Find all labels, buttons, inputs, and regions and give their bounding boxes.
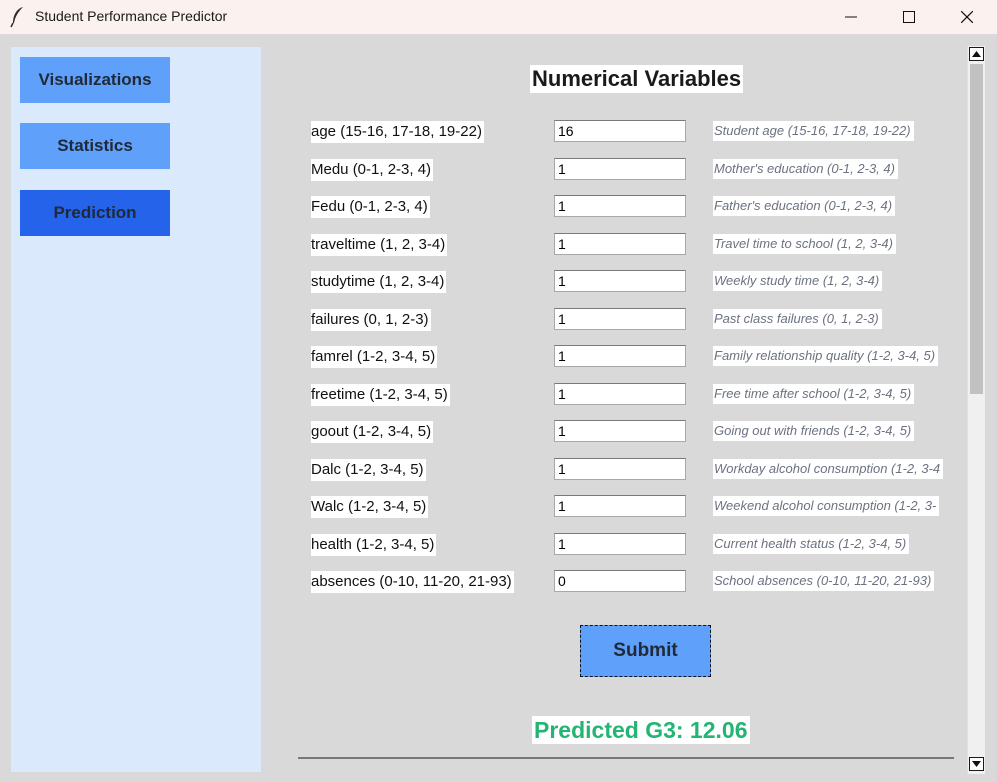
field-label: Walc (1-2, 3-4, 5) <box>311 496 429 518</box>
scroll-down-button[interactable] <box>969 757 984 771</box>
field-hint: Weekend alcohol consumption (1-2, 3- <box>713 496 940 516</box>
nav-visualizations-button[interactable]: Visualizations <box>20 57 170 103</box>
field-input[interactable] <box>554 495 686 517</box>
field-label: traveltime (1, 2, 3-4) <box>311 233 448 256</box>
field-input[interactable] <box>554 570 686 592</box>
field-label: Fedu (0-1, 2-3, 4) <box>311 196 430 218</box>
field-input[interactable] <box>554 120 686 142</box>
scroll-up-button[interactable] <box>969 47 984 61</box>
field-label: failures (0, 1, 2-3) <box>311 308 431 331</box>
scroll-down-icon <box>972 761 981 767</box>
field-hint: Going out with friends (1-2, 3-4, 5) <box>713 421 915 441</box>
vertical-scrollbar[interactable] <box>967 46 985 774</box>
scroll-up-icon <box>972 51 981 57</box>
field-input[interactable] <box>554 457 686 480</box>
field-input[interactable] <box>554 532 686 555</box>
field-hint: Travel time to school (1, 2, 3-4) <box>713 233 896 254</box>
field-hint: Free time after school (1-2, 3-4, 5) <box>713 383 915 404</box>
scroll-thumb[interactable] <box>970 64 983 394</box>
field-hint: School absences (0-10, 11-20, 21-93) <box>713 571 935 591</box>
close-icon <box>961 11 973 23</box>
field-input[interactable] <box>554 270 686 292</box>
field-label: famrel (1-2, 3-4, 5) <box>311 346 438 368</box>
feather-icon <box>10 7 23 28</box>
field-label: health (1-2, 3-4, 5) <box>311 533 437 556</box>
field-hint: Past class failures (0, 1, 2-3) <box>713 308 882 329</box>
nav-statistics-button[interactable]: Statistics <box>20 123 170 169</box>
field-hint: Student age (15-16, 17-18, 19-22) <box>713 121 914 141</box>
prediction-result: Predicted G3: 12.06 <box>532 716 750 744</box>
field-hint: Current health status (1-2, 3-4, 5) <box>713 533 910 554</box>
field-hint: Workday alcohol consumption (1-2, 3-4 <box>713 458 944 479</box>
field-input[interactable] <box>554 157 686 180</box>
field-input[interactable] <box>554 307 686 330</box>
field-hint: Mother's education (0-1, 2-3, 4) <box>713 158 898 179</box>
field-hint: Family relationship quality (1-2, 3-4, 5… <box>713 346 939 366</box>
field-input[interactable] <box>554 345 686 367</box>
field-input[interactable] <box>554 232 686 255</box>
nav-prediction-button[interactable]: Prediction <box>20 190 170 236</box>
field-label: freetime (1-2, 3-4, 5) <box>311 383 450 406</box>
field-hint: Father's education (0-1, 2-3, 4) <box>713 196 896 216</box>
field-hint: Weekly study time (1, 2, 3-4) <box>713 271 883 291</box>
field-label: Dalc (1-2, 3-4, 5) <box>311 458 426 481</box>
field-label: goout (1-2, 3-4, 5) <box>311 421 434 443</box>
field-label: absences (0-10, 11-20, 21-93) <box>311 571 514 593</box>
field-label: Medu (0-1, 2-3, 4) <box>311 158 434 181</box>
window-title: Student Performance Predictor <box>35 8 228 24</box>
separator <box>298 757 954 759</box>
field-input[interactable] <box>554 195 686 217</box>
field-label: studytime (1, 2, 3-4) <box>311 271 447 293</box>
field-label: age (15-16, 17-18, 19-22) <box>311 121 484 143</box>
submit-button[interactable]: Submit <box>580 625 711 677</box>
field-input[interactable] <box>554 420 686 442</box>
field-input[interactable] <box>554 382 686 405</box>
hint-column: Student age (15-16, 17-18, 19-22) Mother'… <box>713 0 953 600</box>
section-title: Numerical Variables <box>530 65 744 93</box>
